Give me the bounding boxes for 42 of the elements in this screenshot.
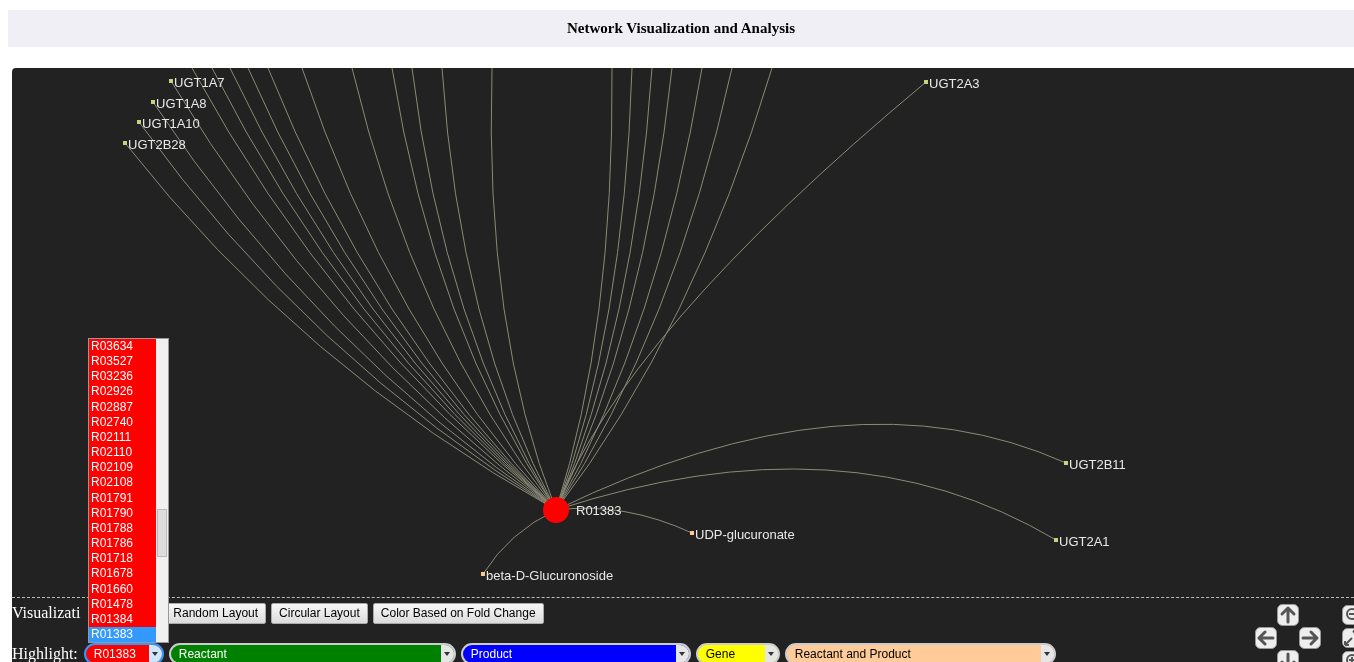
caret-icon — [444, 652, 451, 656]
dropdown-option[interactable]: R01718 — [89, 551, 156, 567]
node-label: UGT1A7 — [174, 74, 225, 92]
dropdown-option[interactable]: R02108 — [89, 475, 156, 491]
node-label: UGT2A3 — [929, 75, 980, 93]
highlight-select[interactable]: Reactant and Product — [784, 643, 1056, 662]
dropdown-option[interactable]: R01678 — [89, 566, 156, 582]
highlight-select[interactable]: Gene — [695, 643, 780, 662]
visualization-label: Visualizati — [12, 603, 81, 623]
caret-icon — [152, 652, 159, 656]
dropdown-option[interactable]: R01786 — [89, 536, 156, 552]
pan-up-icon[interactable] — [1277, 604, 1299, 626]
dropdown-option[interactable]: R02109 — [89, 460, 156, 476]
highlight-select[interactable]: R01383 — [83, 643, 164, 662]
highlight-select[interactable]: Product — [460, 643, 691, 662]
node-label: UDP-glucuronate — [695, 526, 795, 544]
node-label: R01383 — [576, 502, 622, 520]
dropdown-option[interactable]: R02110 — [89, 445, 156, 461]
node-label: beta-D-Glucuronoside — [486, 567, 614, 585]
dropdown-option[interactable]: R03527 — [89, 354, 156, 370]
page-title: Network Visualization and Analysis — [567, 19, 795, 39]
dropdown-option[interactable]: R03634 — [89, 339, 156, 355]
layout-button[interactable]: Circular Layout — [271, 602, 368, 624]
caret-icon — [768, 652, 775, 656]
node-label: UGT2A1 — [1059, 533, 1110, 551]
node-label: UGT2B11 — [1069, 456, 1126, 474]
caret-icon — [679, 652, 686, 656]
node-label: UGT1A8 — [156, 95, 207, 113]
reaction-node[interactable] — [543, 497, 569, 523]
dropdown-option[interactable]: R02926 — [89, 384, 156, 400]
node-label: UGT1A10 — [142, 115, 200, 133]
caret-icon — [1044, 652, 1051, 656]
dropdown-option[interactable]: R03236 — [89, 369, 156, 385]
highlight-label: Highlight: — [12, 644, 78, 662]
highlight-select[interactable]: Reactant — [168, 643, 456, 662]
zoom-out-icon[interactable] — [1342, 605, 1354, 625]
pan-left-icon[interactable] — [1255, 627, 1277, 649]
scrollbar[interactable] — [156, 339, 168, 642]
fit-screen-icon[interactable] — [1342, 628, 1354, 648]
layout-button[interactable]: Color Based on Fold Change — [372, 602, 544, 624]
node-label: UGT2B28 — [128, 136, 186, 154]
pan-right-icon[interactable] — [1299, 627, 1321, 649]
